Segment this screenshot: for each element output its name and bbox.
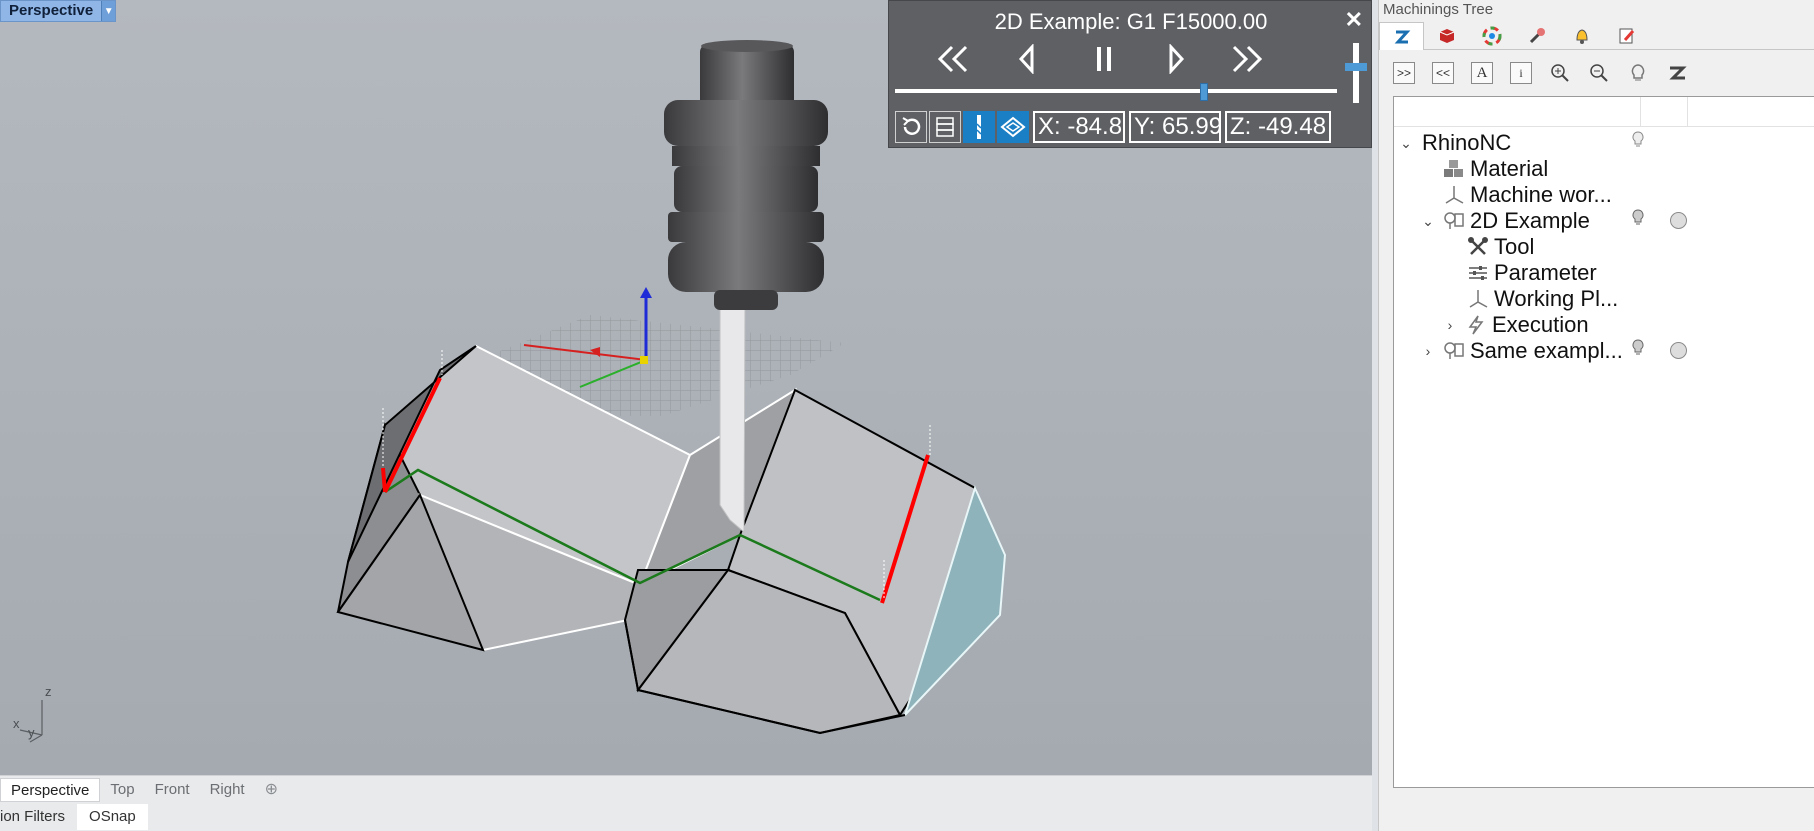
tree-item-label: Machine wor... bbox=[1470, 182, 1612, 207]
app-window: z x y Perspective ▼ 2D Example: G1 F1500… bbox=[0, 0, 1814, 831]
tree-item-same-example[interactable]: › Same exampl... bbox=[1420, 336, 1623, 366]
lightbulb-icon[interactable] bbox=[1627, 62, 1649, 84]
reset-icon bbox=[902, 117, 921, 135]
close-icon[interactable]: ✕ bbox=[1345, 7, 1363, 33]
tree-item-label: Material bbox=[1470, 156, 1549, 181]
progress-slider-track[interactable] bbox=[895, 89, 1337, 93]
panel-tab-strip bbox=[1379, 22, 1814, 50]
pause-button[interactable] bbox=[1085, 39, 1125, 79]
reset-button[interactable] bbox=[895, 111, 927, 143]
tab-perspective[interactable]: Perspective bbox=[0, 777, 101, 802]
panel-title: Machinings Tree bbox=[1383, 1, 1494, 18]
forward-end-button[interactable] bbox=[1227, 39, 1267, 79]
perspective-viewport[interactable]: z x y Perspective ▼ 2D Example: G1 F1500… bbox=[0, 0, 1372, 775]
tool-shank bbox=[719, 304, 746, 534]
axis-label-y: y bbox=[28, 725, 35, 740]
add-view-tab-icon[interactable]: ⊕ bbox=[255, 778, 288, 802]
chevron-down-icon[interactable]: ⌄ bbox=[1398, 135, 1414, 152]
chevron-right-icon[interactable]: › bbox=[1420, 343, 1436, 359]
status-radio[interactable] bbox=[1670, 342, 1687, 359]
step-forward-button[interactable] bbox=[1157, 39, 1197, 79]
tree-toolbar: >> << A i bbox=[1393, 62, 1705, 84]
info-button[interactable]: i bbox=[1510, 62, 1532, 84]
axis-label-z: z bbox=[45, 684, 52, 699]
coord-y: Y: 65.999 bbox=[1129, 111, 1221, 143]
viewport-label[interactable]: Perspective ▼ bbox=[0, 0, 117, 22]
tree-item-label: 2D Example bbox=[1470, 208, 1590, 233]
selection-filters-button[interactable]: ion Filters bbox=[0, 804, 77, 830]
tool-holder bbox=[664, 40, 828, 310]
double-chevron-left-icon bbox=[937, 45, 968, 73]
status-radio[interactable] bbox=[1670, 212, 1687, 229]
step-back-button[interactable] bbox=[1007, 39, 1047, 79]
stock-icon bbox=[1000, 116, 1026, 138]
tool-display-button[interactable] bbox=[963, 111, 995, 143]
lightning-icon bbox=[1464, 313, 1488, 337]
chevron-down-icon[interactable]: ⌄ bbox=[1420, 213, 1436, 230]
endmill-icon bbox=[976, 115, 982, 139]
tree-item-label: Parameter bbox=[1494, 260, 1597, 285]
simulation-panel: 2D Example: G1 F15000.00 ✕ X: -84.8 Y: 6… bbox=[888, 0, 1372, 148]
collapse-all-button[interactable]: << bbox=[1432, 62, 1454, 84]
axis-label-x: x bbox=[13, 716, 20, 731]
rhinonc-icon[interactable] bbox=[1666, 62, 1688, 84]
machinings-panel: Machinings Tree >> << A i ⌄ RhinoNC Mate… bbox=[1378, 0, 1814, 831]
zoom-in-icon[interactable] bbox=[1549, 62, 1571, 84]
tree-item-label: Tool bbox=[1494, 234, 1535, 259]
chevron-right-icon[interactable]: › bbox=[1442, 317, 1458, 333]
simulation-title: 2D Example: G1 F15000.00 bbox=[994, 9, 1268, 34]
machining-icon bbox=[1442, 339, 1466, 363]
approach-line-left-2 bbox=[381, 467, 387, 493]
tree-header bbox=[1394, 97, 1814, 127]
speed-slider-thumb[interactable] bbox=[1345, 63, 1367, 71]
wrench-icon bbox=[1466, 235, 1490, 259]
view-tabs: Perspective Top Front Right ⊕ bbox=[0, 775, 1372, 803]
tree-item-label: Working Pl... bbox=[1494, 286, 1619, 311]
triangle-right-icon bbox=[1169, 44, 1185, 74]
layers-button[interactable] bbox=[929, 111, 961, 143]
stock-display-button[interactable] bbox=[997, 111, 1029, 143]
coord-z: Z: -49.48 bbox=[1225, 111, 1331, 143]
sliders-icon bbox=[1466, 261, 1490, 285]
tree-item-label: Execution bbox=[1492, 312, 1589, 337]
osnap-button[interactable]: OSnap bbox=[77, 804, 148, 830]
coord-x: X: -84.85 bbox=[1033, 111, 1125, 143]
tab-right[interactable]: Right bbox=[200, 778, 255, 802]
axes-icon bbox=[1466, 287, 1490, 311]
status-bar: ion Filters OSnap bbox=[0, 803, 1372, 831]
color-wheel-icon[interactable] bbox=[1469, 22, 1514, 50]
lightbulb-icon[interactable] bbox=[1628, 128, 1648, 152]
triangle-left-icon bbox=[1018, 44, 1034, 74]
pause-icon bbox=[1097, 47, 1111, 71]
rewind-start-button[interactable] bbox=[933, 39, 973, 79]
axes-icon bbox=[1442, 183, 1466, 207]
speed-slider-track[interactable] bbox=[1353, 43, 1359, 103]
lightbulb-icon[interactable] bbox=[1628, 206, 1648, 230]
text-button[interactable]: A bbox=[1471, 62, 1493, 84]
viewport-menu-icon[interactable]: ▼ bbox=[101, 1, 116, 21]
double-chevron-right-icon bbox=[1232, 45, 1263, 73]
edit-icon[interactable] bbox=[1604, 22, 1649, 50]
bell-icon[interactable] bbox=[1559, 22, 1604, 50]
tab-front[interactable]: Front bbox=[145, 778, 200, 802]
rhinonc-logo-icon[interactable] bbox=[1379, 22, 1424, 50]
material-icon[interactable] bbox=[1424, 22, 1469, 50]
tree-item-label: Same exampl... bbox=[1470, 338, 1623, 363]
machinings-tree[interactable]: ⌄ RhinoNC Material Machine wor... ⌄ 2D E… bbox=[1393, 96, 1814, 788]
machining-icon bbox=[1442, 209, 1466, 233]
tab-top[interactable]: Top bbox=[100, 778, 144, 802]
zoom-out-icon[interactable] bbox=[1588, 62, 1610, 84]
lightbulb-icon[interactable] bbox=[1628, 336, 1648, 360]
material-cubes-icon bbox=[1442, 157, 1466, 181]
tool-icon[interactable] bbox=[1514, 22, 1559, 50]
progress-slider-thumb[interactable] bbox=[1200, 83, 1209, 101]
expand-all-button[interactable]: >> bbox=[1393, 62, 1415, 84]
viewport-name[interactable]: Perspective bbox=[1, 1, 101, 21]
layers-icon bbox=[936, 117, 954, 137]
tree-item-label: RhinoNC bbox=[1422, 130, 1512, 155]
